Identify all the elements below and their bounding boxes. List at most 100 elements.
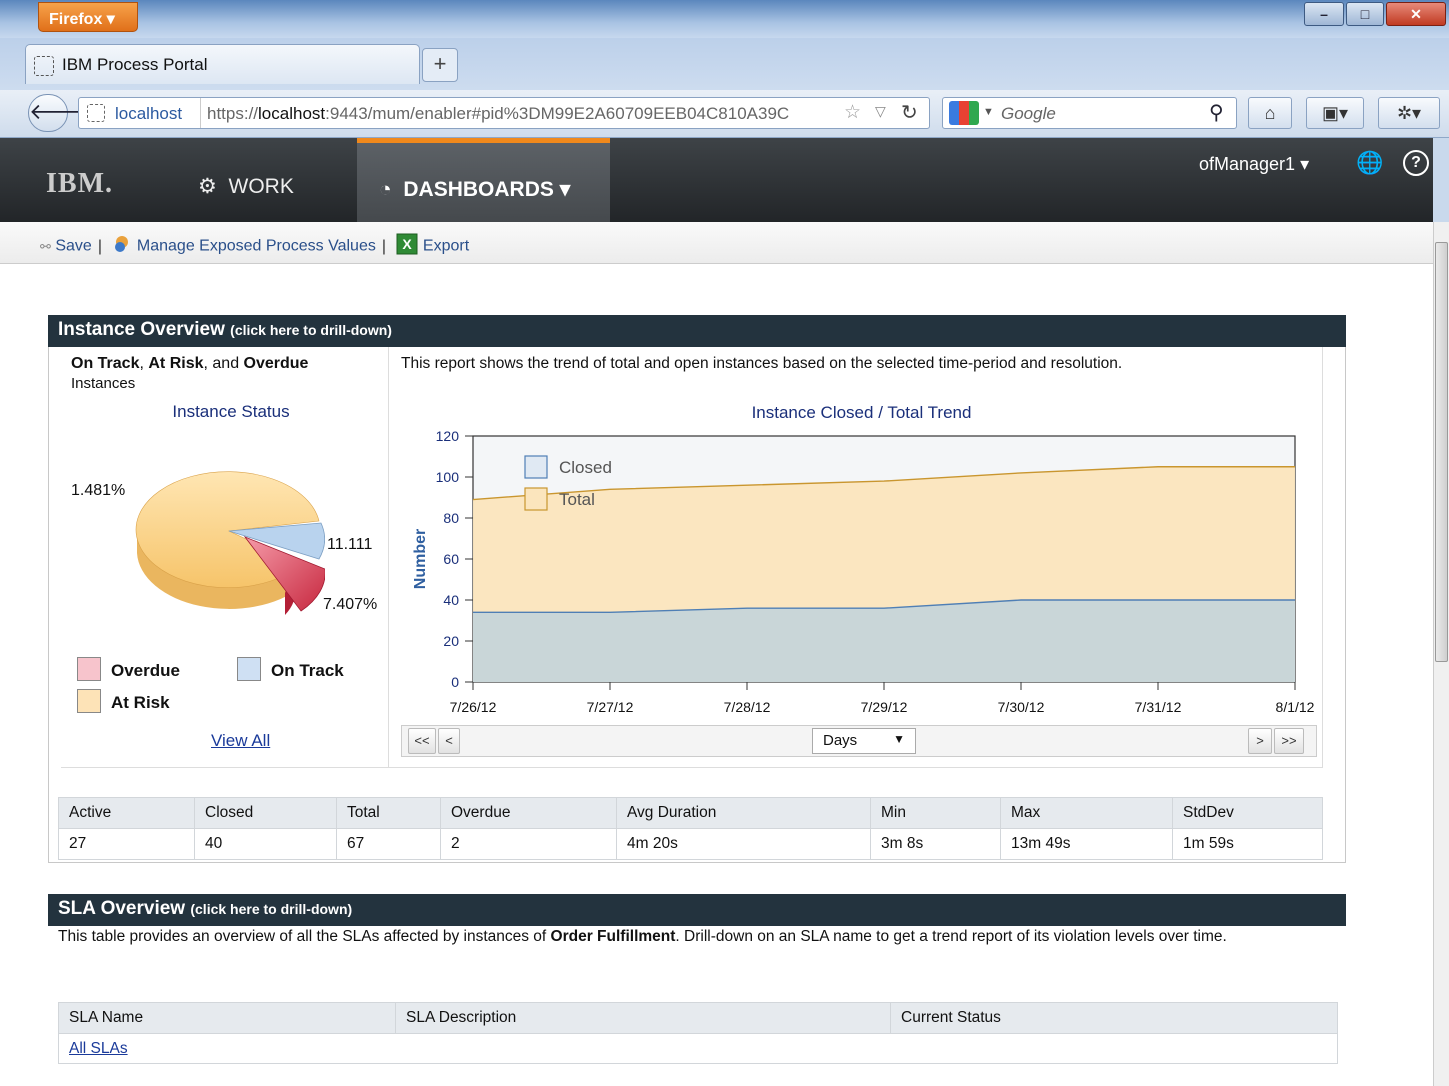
instance-status-pie: [135, 465, 326, 638]
x-tick-label: 7/28/12: [724, 699, 771, 715]
site-name: localhost: [115, 104, 183, 123]
back-button[interactable]: 🡐: [28, 94, 88, 132]
url-text[interactable]: https://localhost:9443/mum/enabler#pid%3…: [207, 104, 847, 124]
url-scheme: https://: [207, 104, 259, 123]
site-icon: [87, 104, 105, 122]
nav-dashboards[interactable]: ◔ DASHBOARDS ▾: [357, 138, 610, 222]
heading-instances: Instances: [71, 375, 136, 392]
url-host: localhost: [258, 104, 326, 123]
cell-active: 27: [58, 828, 195, 860]
legend-label-closed: Closed: [559, 458, 612, 477]
user-menu[interactable]: ofManager1 ▾: [1199, 154, 1309, 175]
help-icon[interactable]: ?: [1403, 150, 1429, 176]
cell-closed: 40: [194, 828, 337, 860]
gear-icon: ⚙: [198, 175, 217, 198]
sla-header-row: SLA Name SLA Description Current Status: [58, 1002, 1338, 1034]
nav-work[interactable]: ⚙ WORK: [198, 174, 294, 199]
url-path: :9443/mum/enabler#pid%3DM99E2A60709EEB04…: [325, 104, 790, 123]
col-max: Max: [1000, 797, 1173, 829]
navigation-bar: 🡐 localhost https://localhost:9443/mum/e…: [0, 90, 1449, 138]
heading-overdue: Overdue: [243, 355, 309, 372]
y-tick-label: 20: [443, 633, 459, 649]
bookmark-star-icon[interactable]: ☆: [844, 101, 861, 124]
firefox-menu-button[interactable]: Firefox ▾: [38, 2, 138, 32]
all-slas-link[interactable]: All SLAs: [69, 1040, 128, 1057]
minimize-button[interactable]: –: [1304, 2, 1344, 26]
legend-swatch-total: [524, 487, 548, 511]
instance-overview-panel: On Track, At Risk, and Overdue Instances…: [48, 347, 1346, 863]
maximize-button[interactable]: □: [1346, 2, 1384, 26]
col-active: Active: [58, 797, 195, 829]
sla-row-cell: All SLAs: [58, 1033, 1338, 1064]
sla-desc-process: Order Fulfillment: [550, 928, 676, 945]
heading-sep-2: , and: [203, 355, 244, 372]
history-dropdown-icon[interactable]: ▽: [875, 103, 886, 120]
sla-desc-part-2: . Drill-down on an SLA name to get a tre…: [675, 928, 1227, 945]
tab-title: IBM Process Portal: [62, 55, 208, 74]
new-tab-button[interactable]: +: [422, 48, 458, 82]
col-sla-description: SLA Description: [395, 1002, 891, 1034]
title-bar: Firefox ▾ – □ ✕: [0, 0, 1449, 38]
pie-label-at-risk: 1.481%: [71, 482, 126, 499]
col-closed: Closed: [194, 797, 337, 829]
engine-dropdown-icon[interactable]: ▼: [983, 106, 994, 118]
first-page-button[interactable]: <<: [408, 728, 436, 754]
view-all-link[interactable]: View All: [211, 731, 270, 751]
dashboard-toolbar: ⚯ Save | Manage Exposed Process Values | X…: [0, 222, 1433, 264]
reload-icon[interactable]: ↻: [901, 100, 918, 125]
vertical-scrollbar[interactable]: [1433, 222, 1449, 1086]
x-tick-label: 7/31/12: [1135, 699, 1182, 715]
search-input[interactable]: Google: [1001, 104, 1056, 124]
cell-min: 3m 8s: [870, 828, 1001, 860]
nav-dashboards-label: DASHBOARDS ▾: [403, 178, 571, 201]
bookmarks-menu-icon[interactable]: ▣▾: [1306, 97, 1364, 129]
sla-table: SLA Name SLA Description Current Status …: [58, 1002, 1338, 1064]
sla-overview-header[interactable]: SLA Overview (click here to drill-down): [48, 894, 1346, 926]
cell-total: 67: [336, 828, 441, 860]
prev-page-button[interactable]: <: [438, 728, 460, 754]
legend-on-track: On Track: [271, 661, 344, 680]
legend-overdue: Overdue: [111, 661, 180, 680]
instance-overview-header[interactable]: Instance Overview (click here to drill-d…: [48, 315, 1346, 347]
next-page-button[interactable]: >: [1248, 728, 1272, 754]
sla-desc-part-1: This table provides an overview of all t…: [58, 928, 551, 945]
sla-overview-title: SLA Overview: [58, 898, 186, 919]
resolution-select[interactable]: Days ▼: [812, 728, 916, 754]
pie-label-on-track: 11.111: [327, 536, 373, 553]
scrollbar-thumb[interactable]: [1435, 242, 1448, 662]
home-icon[interactable]: ⌂: [1248, 97, 1292, 129]
tab-strip: IBM Process Portal +: [0, 38, 1449, 90]
globe-icon[interactable]: 🌐: [1356, 150, 1383, 176]
url-bar[interactable]: localhost https://localhost:9443/mum/ena…: [78, 97, 930, 129]
link-icon: ⚯: [40, 238, 51, 254]
close-window-button[interactable]: ✕: [1386, 2, 1446, 26]
legend-swatch-closed: [524, 455, 548, 479]
search-icon[interactable]: ⚲: [1209, 100, 1224, 125]
cell-max: 13m 49s: [1000, 828, 1173, 860]
browser-tab[interactable]: IBM Process Portal: [25, 44, 420, 84]
report-description: This report shows the trend of total and…: [401, 355, 1123, 372]
legend-swatch-on-track: [237, 657, 261, 681]
addon-icon[interactable]: ✲▾: [1378, 97, 1440, 129]
x-tick-label: 7/29/12: [861, 699, 908, 715]
google-engine-icon[interactable]: [949, 101, 979, 125]
export-link[interactable]: Export: [423, 238, 469, 255]
col-current-status: Current Status: [890, 1002, 1338, 1034]
legend-swatch-at-risk: [77, 689, 101, 713]
y-tick-label: 120: [436, 428, 460, 444]
trend-chart: 0 20 40 60 80 100 120 7/26/12 7/27/12 7/28/12 7/29…: [412, 428, 1315, 715]
trend-pane: This report shows the trend of total and…: [389, 347, 1323, 768]
instance-stats-table: Active Closed Total Overdue Avg Duration…: [58, 797, 1323, 860]
drill-down-hint[interactable]: (click here to drill-down): [230, 322, 392, 338]
site-identity[interactable]: localhost: [79, 98, 201, 128]
last-page-button[interactable]: >>: [1274, 728, 1304, 754]
y-tick-label: 100: [436, 469, 460, 485]
main-content: ⚯ Save | Manage Exposed Process Values | X…: [0, 222, 1433, 1086]
manage-exposed-values-link[interactable]: Manage Exposed Process Values: [137, 238, 376, 255]
ibm-logo: IBM.: [46, 168, 113, 199]
save-link[interactable]: Save: [55, 238, 91, 255]
sla-drill-down-hint[interactable]: (click here to drill-down): [190, 901, 352, 917]
instance-overview-title: Instance Overview: [58, 319, 225, 340]
search-bar[interactable]: ▼ Google ⚲: [942, 97, 1237, 129]
y-tick-label: 80: [443, 510, 459, 526]
